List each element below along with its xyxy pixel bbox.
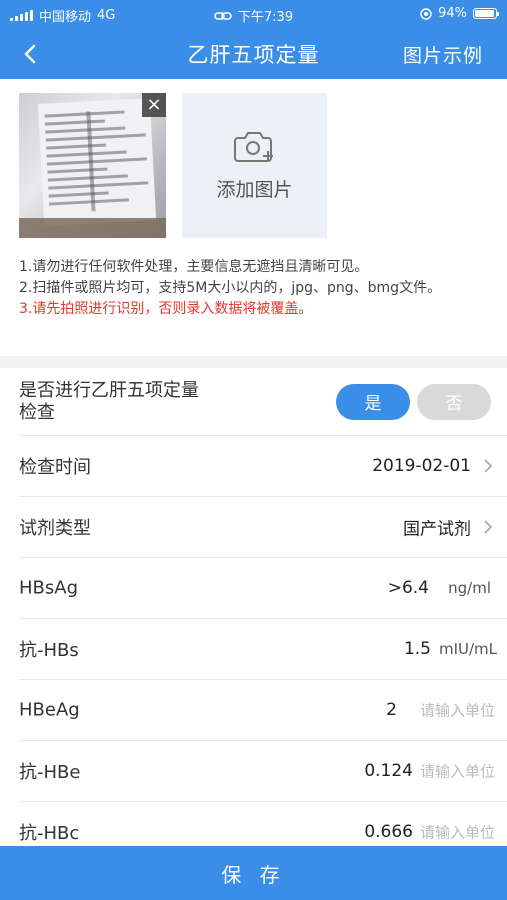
- hbeag-row: HBeAg 2 请输入单位: [19, 680, 507, 741]
- anti-hbe-unit-input[interactable]: 请输入单位: [420, 761, 495, 782]
- anti-hbe-value-input[interactable]: 0.124: [364, 761, 413, 781]
- battery-icon: [473, 8, 499, 19]
- hbeag-value-input[interactable]: 2: [386, 700, 397, 720]
- image-example-link[interactable]: 图片示例: [403, 41, 483, 68]
- hbsag-value-input[interactable]: >6.4: [388, 578, 429, 598]
- exam-time-value: 2019-02-01: [372, 456, 471, 476]
- save-button[interactable]: 保 存: [0, 846, 507, 900]
- exam-time-row[interactable]: 检查时间 2019-02-01: [19, 436, 507, 497]
- clock: 下午7:39: [237, 10, 294, 25]
- add-photo-label: 添加图片: [216, 179, 293, 201]
- hbsag-unit-input[interactable]: ng/ml: [448, 579, 491, 597]
- camera-plus-icon: [233, 132, 273, 162]
- exam-question-label: 是否进行乙肝五项定量 检查: [19, 379, 199, 423]
- reagent-type-value: 国产试剂: [403, 519, 471, 540]
- anti-hbs-unit-input[interactable]: mIU/mL: [439, 640, 497, 658]
- reagent-type-row[interactable]: 试剂类型 国产试剂: [19, 497, 507, 558]
- hbsag-row: HBsAg >6.4 ng/ml: [19, 558, 507, 619]
- remove-photo-button[interactable]: ×: [142, 93, 166, 117]
- form: 是否进行乙肝五项定量 检查 是 否 检查时间 2019-02-01 试剂类型 国…: [0, 368, 507, 863]
- location-icon: [420, 7, 432, 20]
- uploaded-photo[interactable]: ×: [19, 93, 166, 238]
- exam-question-row: 是否进行乙肝五项定量 检查 是 否: [19, 368, 507, 436]
- battery-percent: 94%: [438, 6, 467, 21]
- hbsag-label: HBsAg: [19, 577, 79, 599]
- chevron-right-icon: [484, 459, 493, 473]
- yes-no-toggle: 是 否: [336, 383, 491, 420]
- link-icon: [214, 11, 232, 20]
- anti-hbc-unit-input[interactable]: 请输入单位: [420, 822, 495, 843]
- chevron-right-icon: [484, 520, 493, 534]
- note-2: 2.扫描件或照片均可，支持5M大小以内的，jpg、png、bmg文件。: [19, 280, 442, 296]
- anti-hbc-label: 抗-HBc: [19, 823, 80, 844]
- hbeag-unit-input[interactable]: 请输入单位: [420, 700, 495, 721]
- yes-button[interactable]: 是: [336, 383, 410, 420]
- reagent-type-label: 试剂类型: [19, 518, 91, 539]
- nav-bar: 乙肝五项定量 图片示例: [0, 28, 507, 79]
- exam-time-label: 检查时间: [19, 457, 91, 478]
- header: 中国移动 4G 下午7:39 94% 乙肝五项定量 图片示例: [0, 0, 507, 79]
- no-button[interactable]: 否: [417, 383, 491, 420]
- upload-notes: 1.请勿进行任何软件处理，主要信息无遮挡且清晰可见。 2.扫描件或照片均可，支持…: [19, 258, 489, 321]
- hbeag-label: HBeAg: [19, 699, 80, 721]
- status-bar: 中国移动 4G 下午7:39 94%: [0, 0, 507, 28]
- section-divider: [0, 356, 507, 368]
- add-photo-button[interactable]: 添加图片: [182, 93, 327, 238]
- note-1: 1.请勿进行任何软件处理，主要信息无遮挡且清晰可见。: [19, 259, 369, 275]
- close-icon: ×: [146, 94, 162, 115]
- anti-hbs-row: 抗-HBs 1.5 mIU/mL: [19, 619, 507, 680]
- anti-hbs-value-input[interactable]: 1.5: [404, 639, 431, 659]
- anti-hbe-label: 抗-HBe: [19, 762, 81, 783]
- anti-hbc-value-input[interactable]: 0.666: [364, 822, 413, 842]
- anti-hbs-label: 抗-HBs: [19, 640, 79, 661]
- upload-section: × 添加图片: [19, 93, 327, 238]
- anti-hbe-row: 抗-HBe 0.124 请输入单位: [19, 741, 507, 802]
- document-image: [37, 98, 157, 226]
- note-warning: 3.请先拍照进行识别，否则录入数据将被覆盖。: [19, 301, 313, 317]
